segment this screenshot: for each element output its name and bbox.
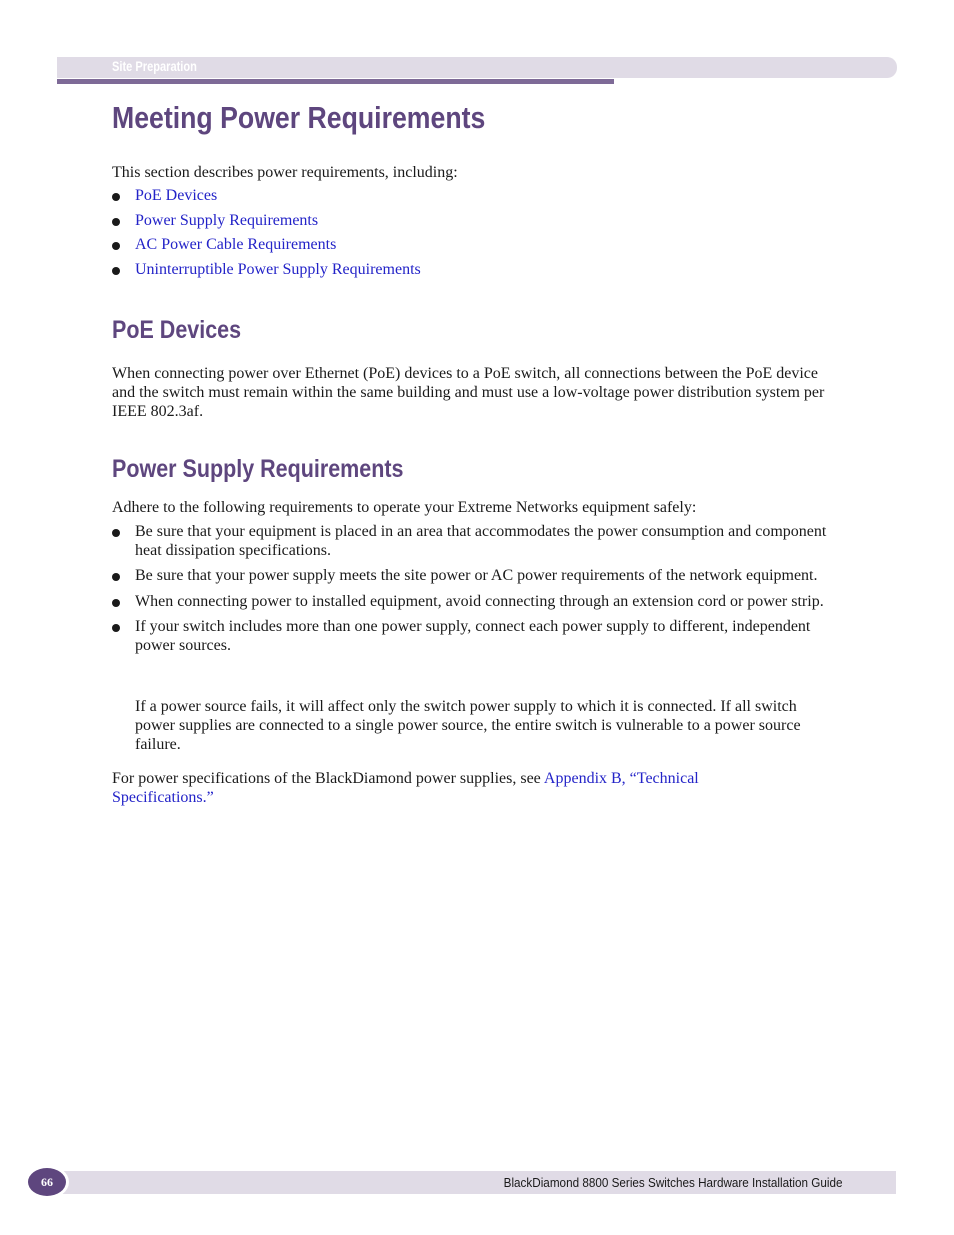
intro-link-list: PoE Devices Power Supply Requirements AC…	[112, 187, 832, 279]
power-supply-bullets: Be sure that your equipment is placed in…	[112, 523, 832, 655]
header-rule	[57, 79, 614, 84]
bullet-icon	[112, 598, 120, 607]
bullet-icon	[112, 573, 120, 581]
page-number-badge: 66	[25, 1165, 69, 1199]
list-item: Be sure that your equipment is placed in…	[112, 523, 832, 560]
power-supply-intro: Adhere to the following requirements to …	[112, 499, 697, 516]
document-title: BlackDiamond 8800 Series Switches Hardwa…	[503, 1175, 842, 1190]
link-ac-power-cable-requirements[interactable]: AC Power Cable Requirements	[135, 236, 336, 253]
list-item: Uninterruptible Power Supply Requirement…	[112, 261, 832, 280]
bullet-icon	[112, 529, 120, 537]
bullet-text: When connecting power to installed equip…	[135, 592, 824, 610]
bullet-text: Be sure that your equipment is placed in…	[135, 523, 827, 559]
bullet-text: Be sure that your power supply meets the…	[135, 567, 818, 584]
bullet-icon	[112, 217, 120, 226]
list-item: When connecting power to installed equip…	[112, 593, 832, 612]
link-power-supply-requirements[interactable]: Power Supply Requirements	[135, 212, 318, 229]
section-label: Site Preparation	[112, 59, 197, 74]
list-item: If your switch includes more than one po…	[112, 618, 832, 655]
poe-body: When connecting power over Ethernet (PoE…	[112, 365, 825, 420]
page-number: 66	[41, 1174, 53, 1189]
heading-poe-devices: PoE Devices	[112, 316, 242, 344]
list-item: Power Supply Requirements	[112, 212, 832, 231]
bullet-icon	[112, 624, 120, 632]
bullet-icon	[112, 242, 120, 250]
bullet-icon	[112, 193, 120, 201]
list-item: PoE Devices	[112, 187, 832, 206]
link-poe-devices[interactable]: PoE Devices	[135, 187, 217, 204]
power-supply-closing: For power specifications of the BlackDia…	[112, 769, 772, 807]
page-title: Meeting Power Requirements	[112, 100, 486, 135]
link-ups-requirements[interactable]: Uninterruptible Power Supply Requirement…	[135, 261, 421, 278]
closing-text: For power specifications of the BlackDia…	[112, 770, 544, 787]
intro-text: This section describes power requirement…	[112, 164, 458, 181]
list-item: AC Power Cable Requirements	[112, 236, 832, 255]
heading-power-supply-requirements: Power Supply Requirements	[112, 455, 404, 483]
bullet-text: If your switch includes more than one po…	[135, 618, 811, 654]
power-supply-followup: If a power source fails, it will affect …	[135, 698, 801, 753]
list-item: Be sure that your power supply meets the…	[112, 567, 832, 586]
bullet-icon	[112, 266, 120, 275]
